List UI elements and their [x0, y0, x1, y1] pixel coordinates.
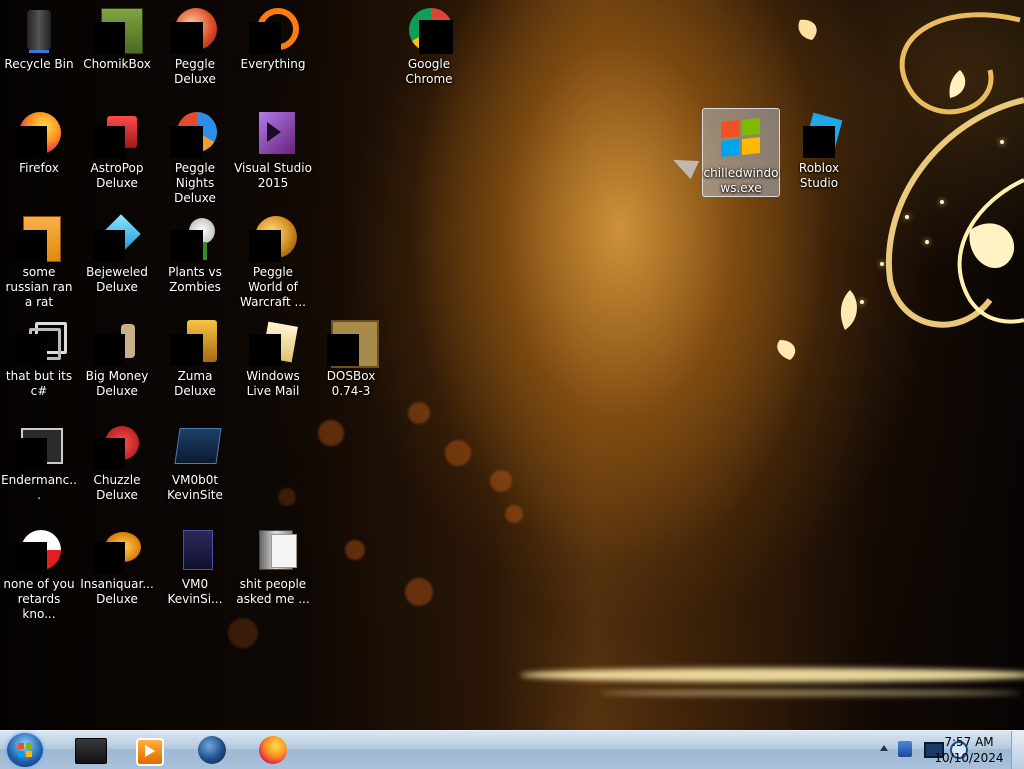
desktop-icon-vm0b0t-kevinsite[interactable]: VM0b0t KevinSite — [156, 416, 234, 503]
zuma-icon — [171, 318, 219, 366]
folder-icon — [249, 526, 297, 574]
desktop-icon-astropop[interactable]: AstroPop Deluxe — [78, 104, 156, 191]
vm-file-icon — [171, 526, 219, 574]
desktop: Recycle Bin ChomikBox Peggle Deluxe Ever… — [0, 0, 1024, 730]
desktop-icon-bejeweled[interactable]: Bejeweled Deluxe — [78, 208, 156, 295]
shortcut-icon — [15, 318, 67, 366]
desktop-icon-recycle-bin[interactable]: Recycle Bin — [0, 0, 78, 72]
peggle-nights-icon — [171, 110, 219, 158]
desktop-icon-that-but-its-csharp[interactable]: that but its c# — [0, 312, 78, 399]
peggle-wow-icon — [249, 214, 297, 262]
sparkle — [860, 300, 864, 304]
desktop-icon-visual-studio[interactable]: Visual Studio 2015 — [234, 104, 312, 191]
clock-date: 10/10/2024 — [934, 751, 1004, 765]
windows-logo-icon — [717, 115, 765, 163]
desktop-icon-none-of-you[interactable]: none of you retards kno... — [0, 520, 78, 622]
bokeh — [505, 505, 523, 523]
taskbar-pinned-firefox[interactable] — [254, 734, 294, 766]
bokeh — [490, 470, 512, 492]
desktop-icon-plants-vs-zombies[interactable]: Plants vs Zombies — [156, 208, 234, 295]
everything-icon — [249, 6, 299, 54]
plants-vs-zombies-icon — [171, 214, 219, 262]
desktop-icon-shit-people-asked-me[interactable]: shit people asked me ... — [234, 520, 312, 607]
bokeh — [405, 578, 433, 606]
sparkle — [940, 200, 944, 204]
insaniquarium-icon — [93, 526, 141, 574]
roblox-studio-icon — [795, 110, 843, 158]
desktop-icon-everything[interactable]: Everything — [234, 0, 312, 72]
clock[interactable]: 7:57 AM 10/10/2024 — [934, 734, 1004, 766]
dosbox-icon — [327, 318, 379, 368]
firefox-icon — [259, 736, 287, 764]
file-explorer-icon — [75, 738, 107, 764]
desktop-icon-firefox[interactable]: Firefox — [0, 104, 78, 176]
sparkle — [880, 262, 884, 266]
sparkle — [925, 240, 929, 244]
recycle-bin-icon — [15, 6, 63, 54]
bokeh — [445, 440, 471, 466]
astropop-icon — [93, 110, 141, 158]
desktop-icon-peggle-world-of-warcraft[interactable]: Peggle World of Warcraft ... — [234, 208, 312, 310]
bokeh — [278, 488, 296, 506]
desktop-icon-google-chrome[interactable]: Google Chrome — [390, 0, 468, 87]
clock-time: 7:57 AM — [944, 735, 994, 749]
swirl-icon — [15, 526, 63, 574]
desktop-icon-chomikbox[interactable]: ChomikBox — [78, 0, 156, 72]
taskbar: 7:57 AM 10/10/2024 — [0, 730, 1024, 769]
big-money-icon — [93, 318, 141, 366]
taskbar-pinned-file-explorer[interactable] — [70, 734, 110, 766]
file-icon — [15, 214, 63, 262]
show-desktop-button[interactable] — [1011, 731, 1024, 769]
chuzzle-icon — [93, 422, 141, 470]
windows-logo-icon — [18, 743, 32, 757]
chrome-icon — [405, 6, 453, 54]
vm-icon — [171, 422, 222, 470]
desktop-icon-vm0-kevinsite[interactable]: VM0 KevinSi... — [156, 520, 234, 607]
bokeh — [345, 540, 365, 560]
start-button[interactable] — [7, 733, 43, 767]
bokeh — [408, 402, 430, 424]
app-window-icon — [15, 422, 63, 470]
desktop-icon-peggle-deluxe[interactable]: Peggle Deluxe — [156, 0, 234, 87]
sparkle — [1000, 140, 1004, 144]
bejeweled-icon — [93, 214, 141, 262]
sparkle — [905, 215, 909, 219]
desktop-icon-chilledwindows[interactable]: chilledwindows.exe — [702, 108, 780, 197]
globe-icon — [198, 736, 226, 764]
network-icon[interactable] — [898, 741, 912, 757]
desktop-icon-windows-live-mail[interactable]: Windows Live Mail — [234, 312, 312, 399]
wallpaper-swirls — [777, 12, 1024, 360]
show-hidden-icons-icon[interactable] — [880, 745, 888, 751]
wallpaper-light-streak — [520, 668, 1024, 682]
mail-icon — [249, 318, 298, 366]
taskbar-pinned-media-player[interactable] — [128, 734, 168, 766]
desktop-icon-endermanc[interactable]: Endermanc... — [0, 416, 78, 503]
desktop-icon-roblox-studio[interactable]: Roblox Studio — [780, 104, 858, 191]
desktop-icon-dosbox[interactable]: DOSBox 0.74-3 — [312, 312, 390, 399]
firefox-icon — [15, 110, 63, 158]
bokeh — [228, 618, 258, 648]
desktop-icon-big-money[interactable]: Big Money Deluxe — [78, 312, 156, 399]
chomikbox-icon — [93, 6, 143, 54]
bokeh — [318, 420, 344, 446]
desktop-icon-some-russian-ran-a-rat[interactable]: some russian ran a rat — [0, 208, 78, 310]
peggle-icon — [171, 6, 219, 54]
desktop-icon-zuma-deluxe[interactable]: Zuma Deluxe — [156, 312, 234, 399]
desktop-icon-chuzzle[interactable]: Chuzzle Deluxe — [78, 416, 156, 503]
desktop-icon-insaniquarium[interactable]: Insaniquar... Deluxe — [78, 520, 156, 607]
desktop-icon-peggle-nights[interactable]: Peggle Nights Deluxe — [156, 104, 234, 206]
system-tray: 7:57 AM 10/10/2024 — [834, 731, 1024, 769]
taskbar-pinned-globe[interactable] — [193, 734, 233, 766]
wallpaper-light-streak-2 — [600, 690, 1020, 696]
visual-studio-icon — [249, 110, 297, 158]
mouse-cursor-icon — [668, 150, 700, 180]
